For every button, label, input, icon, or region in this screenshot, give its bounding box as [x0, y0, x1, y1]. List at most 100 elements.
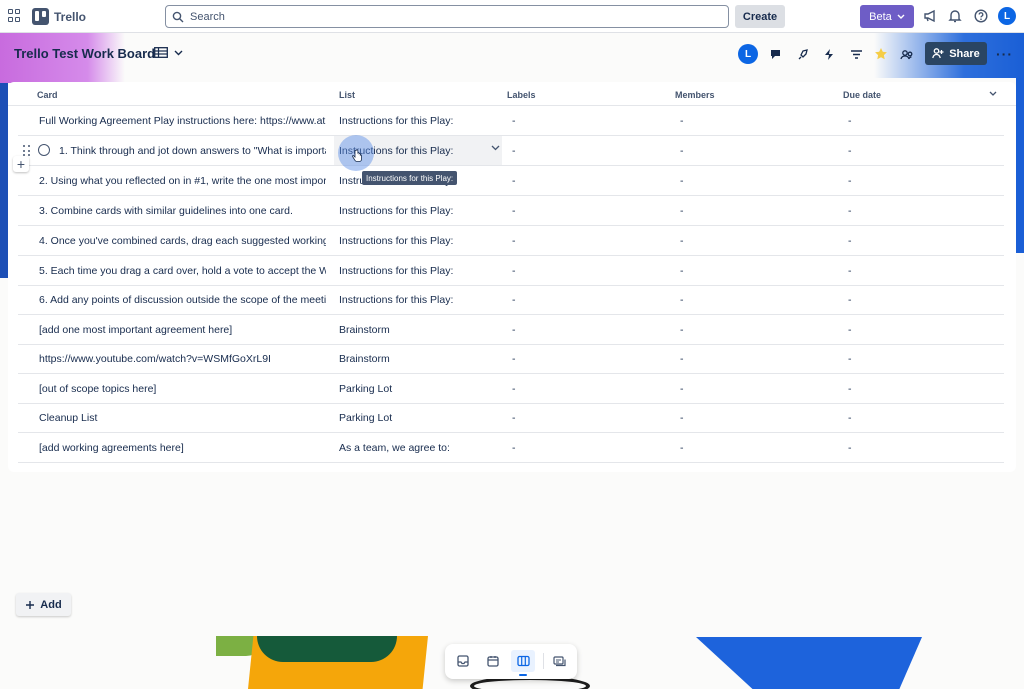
power-ups-icon[interactable]: [795, 46, 811, 62]
card-title[interactable]: 2. Using what you reflected on in #1, wr…: [39, 175, 326, 187]
column-header-list[interactable]: List: [339, 90, 355, 100]
list-name[interactable]: Instructions for this Play:: [339, 115, 489, 127]
card-title[interactable]: [out of scope topics here]: [39, 383, 326, 395]
labels-value[interactable]: -: [512, 235, 516, 247]
list-name[interactable]: Instructions for this Play:: [339, 205, 489, 217]
comments-icon[interactable]: [767, 46, 783, 62]
labels-value[interactable]: -: [512, 294, 516, 306]
table-row[interactable]: https://www.youtube.com/watch?v=WSMfGoXr…: [18, 344, 1004, 374]
card-title[interactable]: [add working agreements here]: [39, 442, 326, 454]
column-header-labels[interactable]: Labels: [507, 90, 536, 100]
table-row[interactable]: [add one most important agreement here] …: [18, 315, 1004, 345]
inbox-view-icon[interactable]: [451, 650, 475, 672]
switch-board-icon[interactable]: [547, 650, 571, 672]
labels-value[interactable]: -: [512, 324, 516, 336]
list-name[interactable]: Brainstorm: [339, 353, 489, 365]
members-value[interactable]: -: [680, 324, 684, 336]
column-header-due-date[interactable]: Due date: [843, 90, 881, 100]
card-title[interactable]: Cleanup List: [39, 412, 326, 424]
card-title[interactable]: 1. Think through and jot down answers to…: [59, 145, 326, 157]
board-menu-button[interactable]: ···: [996, 46, 1013, 62]
due-date-value[interactable]: -: [848, 442, 852, 454]
members-value[interactable]: -: [680, 175, 684, 187]
column-header-members[interactable]: Members: [675, 90, 715, 100]
due-date-value[interactable]: -: [848, 175, 852, 187]
labels-value[interactable]: -: [512, 205, 516, 217]
search-input[interactable]: Search: [165, 5, 729, 28]
table-row[interactable]: 4. Once you've combined cards, drag each…: [18, 226, 1004, 256]
labels-value[interactable]: -: [512, 115, 516, 127]
due-date-value[interactable]: -: [848, 235, 852, 247]
calendar-view-icon[interactable]: [481, 650, 505, 672]
trello-logo[interactable]: Trello: [32, 8, 86, 25]
due-date-value[interactable]: -: [848, 294, 852, 306]
table-row[interactable]: 6. Add any points of discussion outside …: [18, 285, 1004, 315]
bell-icon[interactable]: [947, 8, 963, 24]
card-title[interactable]: 6. Add any points of discussion outside …: [39, 294, 326, 306]
members-value[interactable]: -: [680, 442, 684, 454]
due-date-value[interactable]: -: [848, 353, 852, 365]
table-row[interactable]: Full Working Agreement Play instructions…: [18, 106, 1004, 136]
board-view-icon[interactable]: [511, 650, 535, 676]
card-title[interactable]: Full Working Agreement Play instructions…: [39, 115, 326, 127]
board-title[interactable]: Trello Test Work Board: [14, 46, 155, 61]
due-date-value[interactable]: -: [848, 205, 852, 217]
account-avatar[interactable]: L: [998, 7, 1016, 25]
card-title[interactable]: 5. Each time you drag a card over, hold …: [39, 265, 326, 277]
list-name[interactable]: Parking Lot: [339, 412, 489, 424]
list-name[interactable]: Brainstorm: [339, 324, 489, 336]
table-row[interactable]: [out of scope topics here] Parking Lot -…: [18, 374, 1004, 404]
table-row[interactable]: 5. Each time you drag a card over, hold …: [18, 256, 1004, 286]
chevron-down-icon[interactable]: [491, 145, 500, 151]
due-date-value[interactable]: -: [848, 115, 852, 127]
labels-value[interactable]: -: [512, 145, 516, 157]
table-row[interactable]: [add working agreements here] As a team,…: [18, 433, 1004, 463]
members-value[interactable]: -: [680, 294, 684, 306]
labels-value[interactable]: -: [512, 412, 516, 424]
labels-value[interactable]: -: [512, 353, 516, 365]
columns-menu-chevron-icon[interactable]: [989, 91, 997, 97]
due-date-value[interactable]: -: [848, 265, 852, 277]
due-date-value[interactable]: -: [848, 412, 852, 424]
share-button[interactable]: Share: [925, 42, 987, 65]
table-row[interactable]: 1. Think through and jot down answers to…: [18, 136, 1004, 166]
table-row[interactable]: 2. Using what you reflected on in #1, wr…: [18, 166, 1004, 196]
card-title[interactable]: https://www.youtube.com/watch?v=WSMfGoXr…: [39, 353, 326, 365]
due-date-value[interactable]: -: [848, 383, 852, 395]
list-name[interactable]: Instructions for this Play:: [339, 265, 489, 277]
due-date-value[interactable]: -: [848, 324, 852, 336]
add-button[interactable]: Add: [16, 593, 71, 616]
due-date-value[interactable]: -: [848, 145, 852, 157]
automation-icon[interactable]: [821, 46, 837, 62]
board-member-avatar[interactable]: L: [738, 44, 758, 64]
create-button[interactable]: Create: [735, 5, 785, 28]
members-value[interactable]: -: [680, 265, 684, 277]
members-value[interactable]: -: [680, 235, 684, 247]
labels-value[interactable]: -: [512, 265, 516, 277]
members-value[interactable]: -: [680, 115, 684, 127]
add-row-button[interactable]: +: [13, 156, 29, 172]
complete-checkbox[interactable]: [38, 144, 50, 156]
column-header-card[interactable]: Card: [37, 90, 58, 100]
members-value[interactable]: -: [680, 353, 684, 365]
filter-icon[interactable]: [848, 46, 864, 62]
labels-value[interactable]: -: [512, 442, 516, 454]
card-title[interactable]: 3. Combine cards with similar guidelines…: [39, 205, 326, 217]
list-name[interactable]: Parking Lot: [339, 383, 489, 395]
list-name[interactable]: Instructions for this Play:: [339, 235, 489, 247]
table-row[interactable]: 3. Combine cards with similar guidelines…: [18, 196, 1004, 226]
app-switcher-icon[interactable]: [8, 9, 22, 23]
labels-value[interactable]: -: [512, 383, 516, 395]
list-name[interactable]: Instructions for this Play:: [339, 294, 489, 306]
list-name[interactable]: As a team, we agree to:: [339, 442, 489, 454]
view-switcher[interactable]: [154, 47, 183, 58]
beta-button[interactable]: Beta: [860, 5, 914, 28]
card-title[interactable]: 4. Once you've combined cards, drag each…: [39, 235, 326, 247]
table-row[interactable]: Cleanup List Parking Lot - - -: [18, 403, 1004, 433]
members-value[interactable]: -: [680, 412, 684, 424]
members-value[interactable]: -: [680, 383, 684, 395]
megaphone-icon[interactable]: [922, 8, 938, 24]
labels-value[interactable]: -: [512, 175, 516, 187]
members-value[interactable]: -: [680, 205, 684, 217]
visibility-icon[interactable]: [899, 46, 915, 62]
